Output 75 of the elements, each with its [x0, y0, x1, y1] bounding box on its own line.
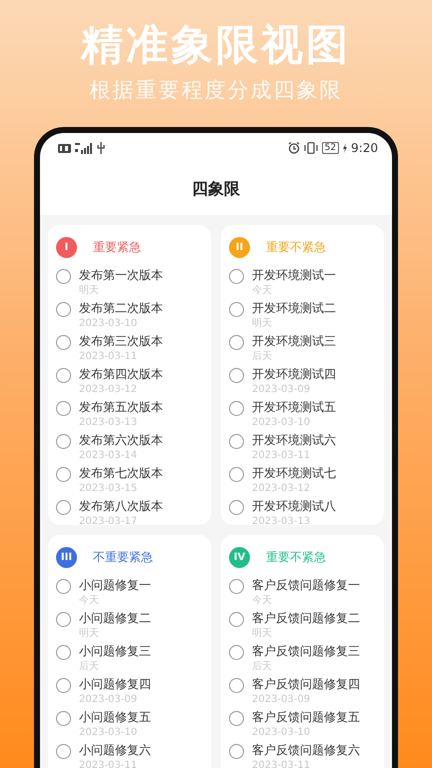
- task-checkbox[interactable]: [229, 645, 244, 660]
- task-title: 发布第五次版本: [79, 399, 163, 416]
- task-title: 开发环境测试四: [252, 366, 336, 383]
- quadrant-label: 重要不紧急: [266, 549, 326, 566]
- task-checkbox[interactable]: [56, 269, 71, 284]
- task-title: 发布第八次版本: [79, 498, 163, 515]
- signal-icon: [75, 142, 93, 154]
- task-title: 客户反馈问题修复五: [252, 709, 360, 726]
- quadrant-label: 不重要紧急: [93, 549, 153, 566]
- task-title: 发布第二次版本: [79, 300, 163, 317]
- task-checkbox[interactable]: [229, 269, 244, 284]
- task-title: 开发环境测试五: [252, 399, 336, 416]
- task-title: 小问题修复一: [79, 577, 151, 594]
- task-title: 客户反馈问题修复六: [252, 742, 360, 759]
- vibrate-icon: [304, 142, 318, 154]
- task-checkbox[interactable]: [56, 401, 71, 416]
- task-title: 开发环境测试一: [252, 267, 336, 284]
- task-title: 小问题修复二: [79, 610, 151, 627]
- screen-title: 四象限: [192, 178, 240, 200]
- task-checkbox[interactable]: [229, 744, 244, 759]
- task-checkbox[interactable]: [229, 678, 244, 693]
- task-checkbox[interactable]: [229, 368, 244, 383]
- task-title: 客户反馈问题修复二: [252, 610, 360, 627]
- task-checkbox[interactable]: [229, 500, 244, 515]
- task-checkbox[interactable]: [56, 434, 71, 449]
- task-title: 发布第四次版本: [79, 366, 163, 383]
- charging-icon: [343, 143, 348, 153]
- alarm-icon: [288, 142, 300, 154]
- task-checkbox[interactable]: [229, 612, 244, 627]
- battery-indicator: 52: [322, 142, 340, 154]
- task-title: 发布第三次版本: [79, 333, 163, 350]
- task-checkbox[interactable]: [56, 579, 71, 594]
- task-checkbox[interactable]: [56, 500, 71, 515]
- task-title: 发布第七次版本: [79, 465, 163, 482]
- task-title: 客户反馈问题修复一: [252, 577, 360, 594]
- task-title: 开发环境测试二: [252, 300, 336, 317]
- task-checkbox[interactable]: [229, 434, 244, 449]
- task-checkbox[interactable]: [56, 368, 71, 383]
- task-checkbox[interactable]: [229, 335, 244, 350]
- promo-subtitle: 根据重要程度分成四象限: [88, 80, 344, 101]
- task-checkbox[interactable]: [56, 612, 71, 627]
- task-title: 小问题修复五: [79, 709, 151, 726]
- quadrant-number: III: [56, 546, 77, 568]
- task-checkbox[interactable]: [56, 711, 71, 726]
- hd-icon: [58, 144, 71, 152]
- task-checkbox[interactable]: [56, 678, 71, 693]
- promo-title: 精准象限视图: [79, 19, 352, 66]
- clock-time: 9:20: [351, 140, 378, 157]
- task-checkbox[interactable]: [229, 579, 244, 594]
- task-title: 客户反馈问题修复三: [252, 643, 360, 660]
- task-title: 开发环境测试八: [252, 498, 336, 515]
- task-checkbox[interactable]: [56, 645, 71, 660]
- quadrant-label: 重要紧急: [93, 239, 141, 256]
- task-title: 开发环境测试三: [252, 333, 336, 350]
- task-title: 开发环境测试七: [252, 465, 336, 482]
- usb-icon: [97, 142, 105, 154]
- task-checkbox[interactable]: [229, 401, 244, 416]
- task-checkbox[interactable]: [56, 335, 71, 350]
- task-checkbox[interactable]: [56, 467, 71, 482]
- task-title: 小问题修复六: [79, 742, 151, 759]
- task-checkbox[interactable]: [56, 744, 71, 759]
- task-title: 发布第六次版本: [79, 432, 163, 449]
- task-title: 开发环境测试六: [252, 432, 336, 449]
- task-checkbox[interactable]: [229, 467, 244, 482]
- task-checkbox[interactable]: [229, 711, 244, 726]
- quadrant-number: I: [56, 236, 77, 258]
- task-title: 小问题修复四: [79, 676, 151, 693]
- task-title: 发布第一次版本: [79, 267, 163, 284]
- task-checkbox[interactable]: [56, 302, 71, 317]
- task-checkbox[interactable]: [229, 302, 244, 317]
- task-title: 客户反馈问题修复四: [252, 676, 360, 693]
- task-title: 小问题修复三: [79, 643, 151, 660]
- quadrant-number: IV: [229, 546, 250, 568]
- quadrant-label: 重要不紧急: [266, 239, 326, 256]
- quadrant-number: II: [229, 236, 250, 258]
